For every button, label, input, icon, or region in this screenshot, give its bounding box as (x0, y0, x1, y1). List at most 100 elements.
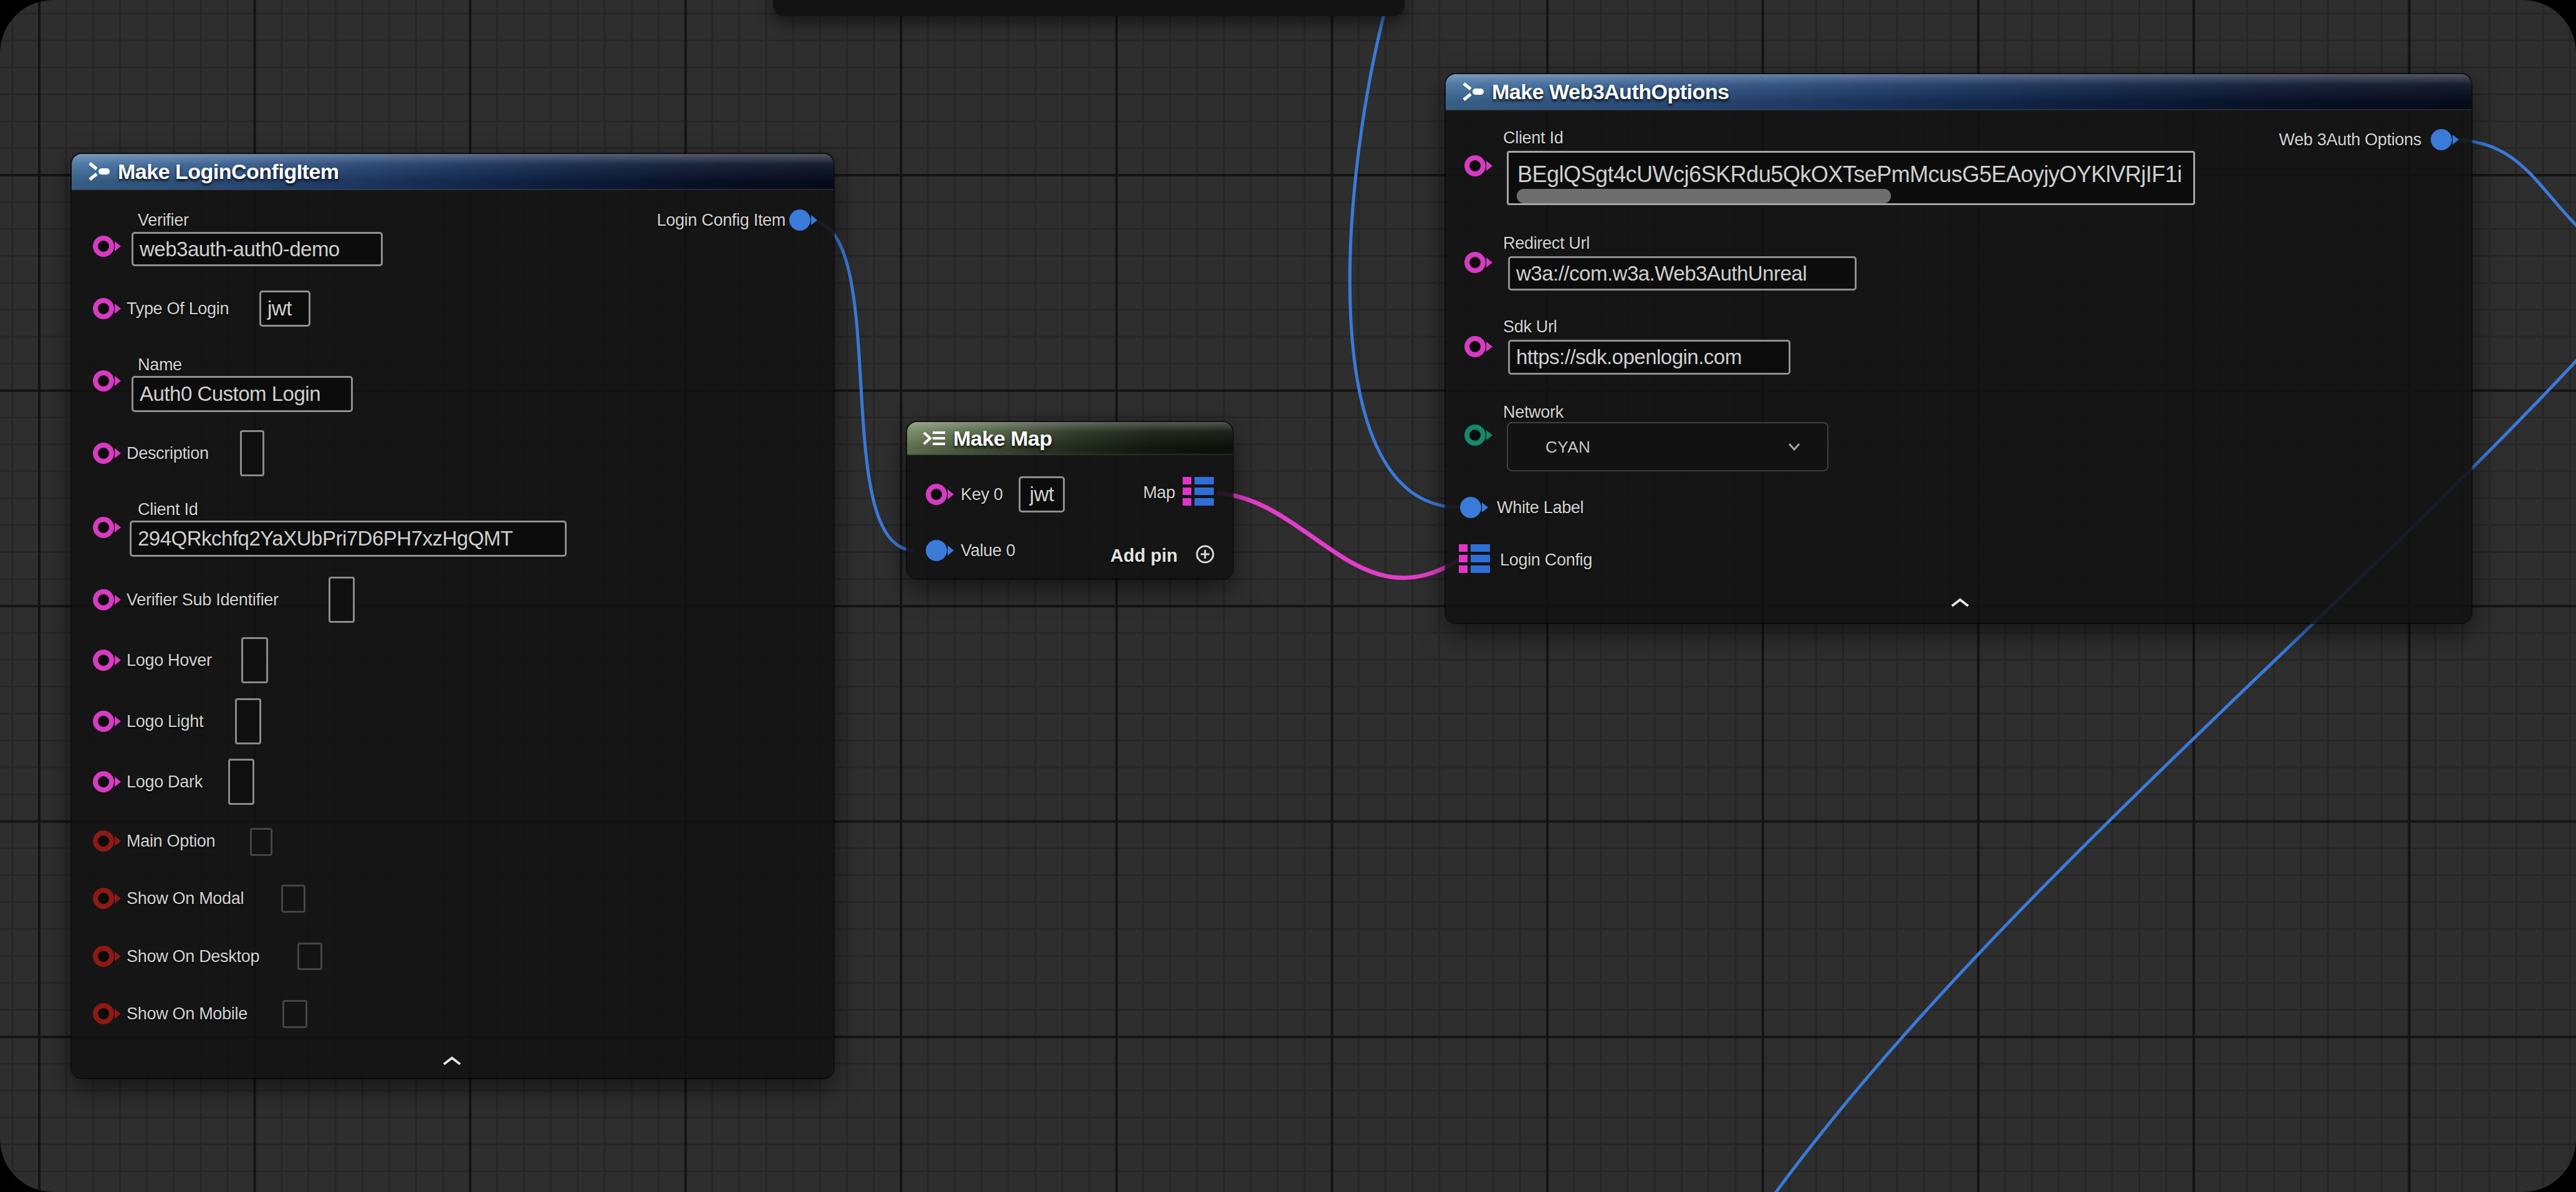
pin-type-of-login-arrow (115, 304, 121, 314)
verifier-sub-identifier-input[interactable] (329, 577, 355, 623)
type-of-login-input[interactable]: jwt (259, 291, 310, 327)
logo-hover-input[interactable] (241, 637, 268, 683)
show-on-modal-checkbox[interactable] (281, 885, 305, 913)
pin-verifier-arrow (115, 241, 121, 251)
redirect-url-input[interactable]: w3a://com.w3a.Web3AuthUnreal (1508, 256, 1857, 291)
node-header[interactable]: Make LoginConfigItem (72, 154, 834, 190)
pin-description-arrow (115, 448, 121, 458)
pin-show-on-modal[interactable] (93, 888, 114, 909)
pin-main-option-arrow (115, 836, 121, 846)
pin-web3auth-options-output[interactable] (2431, 129, 2452, 150)
node-title: Make LoginConfigItem (118, 160, 339, 184)
pin-map-output[interactable] (1183, 477, 1214, 506)
pin-redirect-url[interactable] (1464, 252, 1486, 273)
chevron-down-icon (1787, 443, 1801, 451)
node-title: Make Web3AuthOptions (1492, 80, 1729, 104)
pin-label-white-label: White Label (1497, 499, 1584, 516)
pin-label-client-id: Client Id (1503, 129, 1563, 147)
wire-top-to-whitelabel[interactable] (1350, 0, 1460, 507)
pin-label-logo-light: Logo Light (127, 713, 203, 730)
pin-client-id-arrow (1486, 161, 1492, 171)
pin-verifier-sub-identifier[interactable] (93, 589, 114, 610)
pin-key0[interactable] (926, 484, 947, 505)
make-map-icon (922, 431, 947, 446)
pin-show-on-desktop-arrow (115, 951, 121, 961)
node-title: Make Map (953, 426, 1052, 450)
pin-login-config[interactable] (1459, 544, 1490, 573)
pin-client-id[interactable] (1464, 155, 1486, 176)
pin-description[interactable] (93, 443, 114, 464)
pin-label-login-config: Login Config (1500, 551, 1592, 569)
pin-verifier[interactable] (93, 236, 114, 257)
show-on-mobile-checkbox[interactable] (282, 1000, 307, 1028)
offscreen-node-fragment[interactable] (773, 0, 1405, 16)
add-pin-button[interactable] (1194, 544, 1216, 565)
pin-white-label[interactable] (1460, 497, 1481, 518)
node-header[interactable]: Make Map (907, 422, 1233, 455)
node-make-web3authoptions[interactable]: Make Web3AuthOptions Client Id BEglQSgt4… (1446, 74, 2471, 623)
pin-label-redirect-url: Redirect Url (1503, 234, 1590, 252)
pin-logo-dark[interactable] (93, 771, 114, 792)
pin-label-map-output: Map (1143, 484, 1175, 501)
sdk-url-input[interactable]: https://sdk.openlogin.com (1508, 340, 1790, 375)
pin-name[interactable] (93, 370, 114, 392)
pin-label-network: Network (1503, 403, 1564, 421)
client-id-input[interactable]: 294QRkchfq2YaXUbPri7D6PH7xzHgQMT (130, 521, 567, 557)
pin-show-on-mobile[interactable] (93, 1003, 114, 1024)
pin-logo-dark-arrow (115, 777, 121, 787)
pin-sdk-url[interactable] (1464, 336, 1486, 357)
pin-logo-light[interactable] (93, 711, 114, 732)
pin-label-show-on-desktop: Show On Desktop (127, 948, 259, 965)
verifier-input[interactable]: web3auth-auth0-demo (132, 232, 383, 266)
description-input[interactable] (240, 430, 264, 476)
client-id-scrollbar[interactable] (1517, 189, 1891, 203)
pin-show-on-desktop[interactable] (93, 946, 114, 967)
node-header[interactable]: Make Web3AuthOptions (1446, 74, 2471, 110)
pin-value0[interactable] (926, 540, 947, 561)
main-option-checkbox[interactable] (250, 828, 272, 856)
make-struct-icon (1461, 82, 1488, 102)
collapse-chevron-icon[interactable] (1949, 597, 1971, 608)
pin-network-arrow (1486, 430, 1492, 440)
client-id-input[interactable]: BEglQSgt4cUWcj6SKRdu5QkOXTsePmMcusG5EAoy… (1507, 151, 2195, 205)
pin-label-main-option: Main Option (127, 832, 215, 850)
client-id-text: BEglQSgt4cUWcj6SKRdu5QkOXTsePmMcusG5EAoy… (1517, 161, 2182, 188)
node-make-map[interactable]: Make Map Key 0 jwt Value 0 Map Add pin (907, 422, 1233, 579)
pin-logo-light-arrow (115, 716, 121, 726)
pin-logo-hover[interactable] (93, 650, 114, 671)
logo-light-input[interactable] (235, 698, 261, 744)
pin-sdk-url-arrow (1486, 342, 1492, 352)
pin-network[interactable] (1464, 425, 1486, 446)
pin-label-description: Description (127, 445, 209, 462)
network-value: CYAN (1545, 437, 1590, 456)
pin-label-name: Name (138, 356, 182, 373)
pin-verifier-sub-identifier-arrow (115, 595, 121, 605)
make-struct-icon (87, 161, 114, 181)
pin-type-of-login[interactable] (93, 298, 114, 319)
pin-label-web3auth-options-output: Web 3Auth Options (2279, 131, 2421, 148)
collapse-chevron-icon[interactable] (441, 1055, 463, 1067)
node-make-loginconfigitem[interactable]: Make LoginConfigItem Verifier web3auth-a… (72, 154, 834, 1078)
wire-map-to-loginconfig[interactable] (1217, 493, 1459, 578)
pin-label-client-id: Client Id (138, 501, 198, 518)
pin-main-option[interactable] (93, 830, 114, 852)
pin-show-on-mobile-arrow (115, 1009, 121, 1019)
network-dropdown[interactable]: CYAN (1507, 422, 1829, 471)
pin-label-verifier-sub-identifier: Verifier Sub Identifier (127, 591, 279, 608)
name-input[interactable]: Auth0 Custom Login (132, 376, 353, 412)
pin-value0-arrow (948, 546, 954, 555)
pin-name-arrow (115, 376, 121, 386)
pin-label-show-on-modal: Show On Modal (127, 890, 244, 907)
pin-label-type-of-login: Type Of Login (127, 300, 229, 317)
key0-input[interactable]: jwt (1019, 476, 1065, 512)
pin-client-id[interactable] (93, 517, 114, 538)
pin-logo-hover-arrow (115, 655, 121, 665)
logo-dark-input[interactable] (228, 759, 254, 805)
pin-key0-arrow (948, 489, 954, 499)
blueprint-canvas[interactable]: Make LoginConfigItem Verifier web3auth-a… (0, 0, 2576, 1192)
show-on-desktop-checkbox[interactable] (297, 943, 322, 970)
add-pin-label: Add pin (1110, 546, 1178, 566)
pin-login-config-item-output[interactable] (789, 209, 810, 231)
pin-label-logo-dark: Logo Dark (127, 773, 203, 791)
pin-label-verifier: Verifier (138, 211, 189, 229)
